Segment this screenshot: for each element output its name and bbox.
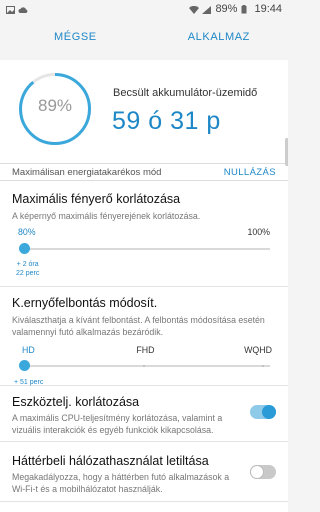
battery-gauge: 89% bbox=[18, 72, 92, 146]
reset-button[interactable]: NULLÁZÁS bbox=[224, 167, 276, 178]
edge-panel-handle[interactable] bbox=[285, 138, 288, 166]
cpu-limit-title: Eszköztelj. korlátozása bbox=[12, 395, 140, 409]
resolution-slider-labels: HD FHD WQHD bbox=[22, 345, 272, 355]
background-network-title: Háttérbeli hálózathasználat letiltása bbox=[12, 454, 209, 468]
battery-percent-label: 89% bbox=[37, 96, 73, 115]
resolution-section: K.ernyőfelbontás módosít. Kiválaszthatja… bbox=[0, 287, 288, 386]
background-network-toggle-knob bbox=[250, 465, 264, 479]
battery-icon bbox=[241, 5, 250, 14]
brightness-title: Maximális fényerő korlátozása bbox=[12, 192, 181, 206]
image-icon bbox=[6, 5, 15, 14]
resolution-option-hd[interactable]: HD bbox=[22, 345, 35, 355]
background-network-toggle[interactable] bbox=[250, 465, 276, 479]
settings-card: 89% Becsült akkumulátor-üzemidő 59 ó 31 … bbox=[0, 60, 288, 512]
signal-icon bbox=[202, 5, 212, 14]
brightness-slider-labels: 80% 100% bbox=[18, 227, 270, 237]
estimate-label: Becsült akkumulátor-üzemidő bbox=[113, 87, 258, 99]
brightness-section: Maximális fényerő korlátozása A képernyő… bbox=[0, 182, 288, 287]
action-bar: MÉGSE ALKALMAZ bbox=[0, 22, 288, 52]
cpu-limit-toggle-knob bbox=[262, 405, 276, 419]
cpu-limit-description: A maximális CPU-teljesítmény korlátozása… bbox=[12, 413, 223, 435]
cancel-button[interactable]: MÉGSE bbox=[54, 31, 97, 43]
resolution-description: Kiválaszthatja a kívánt felbontást. A fe… bbox=[12, 315, 265, 337]
resolution-tick-fhd bbox=[143, 365, 145, 367]
resolution-option-wqhd[interactable]: WQHD bbox=[244, 345, 272, 355]
cloud-icon bbox=[18, 5, 28, 13]
wifi-icon bbox=[189, 5, 200, 15]
estimate-value: 59 ó 31 p bbox=[112, 107, 221, 135]
clock: 19:44 bbox=[254, 3, 282, 15]
brightness-description: A képernyő maximális fényerejének korlát… bbox=[12, 211, 201, 221]
brightness-slider-track[interactable] bbox=[24, 248, 270, 250]
cpu-limit-section: Eszköztelj. korlátozása A maximális CPU-… bbox=[0, 386, 288, 442]
resolution-tick-wqhd bbox=[262, 365, 264, 367]
mode-name: Maximálisan energiatakarékos mód bbox=[12, 166, 162, 178]
background-network-description: Megakadályozza, hogy a háttérben futó al… bbox=[12, 472, 230, 494]
resolution-slider-thumb[interactable] bbox=[19, 360, 30, 371]
mode-row: Maximálisan energiatakarékos mód NULLÁZÁ… bbox=[0, 163, 288, 181]
brightness-gain-line2: 22 perc bbox=[16, 270, 40, 277]
brightness-gain: + 2 óra 22 perc bbox=[16, 260, 39, 278]
cpu-limit-toggle[interactable] bbox=[250, 405, 276, 419]
brightness-gain-line1: + 2 óra bbox=[16, 261, 39, 268]
apply-button[interactable]: ALKALMAZ bbox=[188, 31, 250, 43]
resolution-slider-track[interactable] bbox=[24, 365, 270, 367]
resolution-option-fhd[interactable]: FHD bbox=[136, 345, 154, 355]
background-network-section: Háttérbeli hálózathasználat letiltása Me… bbox=[0, 442, 288, 502]
battery-percent: 89% bbox=[215, 3, 238, 15]
status-bar: 89% 19:44 bbox=[0, 0, 288, 18]
brightness-min-label: 80% bbox=[18, 227, 36, 237]
brightness-max-label: 100% bbox=[247, 227, 271, 237]
brightness-slider-thumb[interactable] bbox=[19, 243, 30, 254]
resolution-title: K.ernyőfelbontás módosít. bbox=[12, 296, 158, 310]
